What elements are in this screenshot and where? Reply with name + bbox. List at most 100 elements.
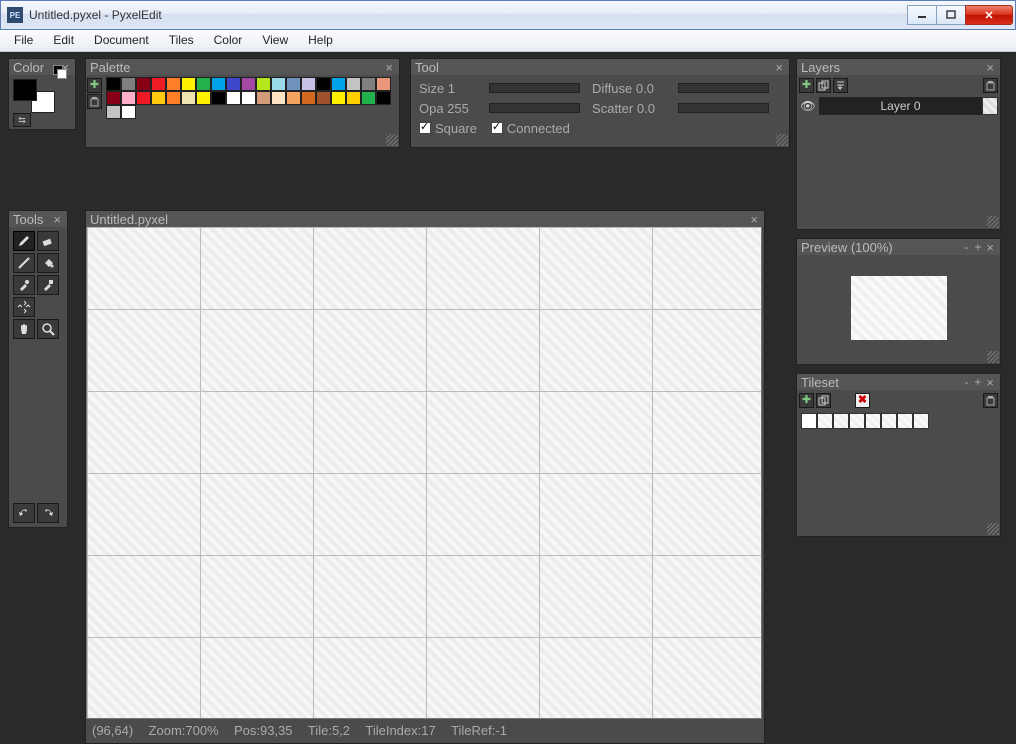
palette-color[interactable] [241, 77, 256, 91]
tile[interactable] [881, 413, 897, 429]
delete-tile-button[interactable] [983, 393, 998, 408]
tile[interactable] [865, 413, 881, 429]
square-checkbox[interactable] [419, 122, 431, 134]
palette-color[interactable] [181, 77, 196, 91]
fill-tool[interactable] [37, 253, 59, 273]
menu-color[interactable]: Color [204, 30, 253, 51]
palette-color[interactable] [316, 91, 331, 105]
zoom-out-button[interactable]: - [961, 375, 971, 390]
palette-color[interactable] [376, 77, 391, 91]
duplicate-tile-button[interactable] [816, 393, 831, 408]
palette-color[interactable] [106, 91, 121, 105]
layer-name[interactable]: Layer 0 [819, 97, 982, 115]
size-slider[interactable] [489, 83, 580, 93]
close-icon[interactable]: × [748, 212, 760, 227]
palette-color[interactable] [331, 91, 346, 105]
resize-grip[interactable] [386, 134, 398, 146]
minimize-button[interactable] [907, 5, 937, 25]
eyedropper-tool[interactable] [13, 275, 35, 295]
zoom-out-button[interactable]: - [961, 240, 971, 255]
resize-grip[interactable] [776, 134, 788, 146]
palette-color[interactable] [121, 77, 136, 91]
swatch-pair[interactable] [13, 79, 55, 113]
close-icon[interactable]: × [984, 60, 996, 75]
diffuse-slider[interactable] [678, 83, 769, 93]
menu-help[interactable]: Help [298, 30, 343, 51]
palette-color[interactable] [196, 91, 211, 105]
palette-color[interactable] [196, 77, 211, 91]
palette-color[interactable] [316, 77, 331, 91]
foreground-color-swatch[interactable] [13, 79, 37, 101]
add-tile-button[interactable]: ✚ [799, 393, 814, 408]
resize-grip[interactable] [987, 523, 999, 535]
resize-grip[interactable] [987, 351, 999, 363]
hand-tool[interactable] [13, 319, 35, 339]
palette-color[interactable] [211, 91, 226, 105]
resize-grip[interactable] [987, 216, 999, 228]
palette-color[interactable] [331, 77, 346, 91]
tile[interactable] [833, 413, 849, 429]
palette-color[interactable] [106, 77, 121, 91]
palette-color[interactable] [271, 91, 286, 105]
palette-color[interactable] [286, 77, 301, 91]
scatter-slider[interactable] [678, 103, 769, 113]
palette-color[interactable] [346, 91, 361, 105]
opacity-slider[interactable] [489, 103, 580, 113]
delete-swatch-button[interactable] [87, 94, 102, 109]
palette-color[interactable] [286, 91, 301, 105]
close-icon[interactable]: × [51, 212, 63, 227]
close-icon[interactable]: × [984, 375, 996, 390]
palette-color[interactable] [361, 91, 376, 105]
palette-color[interactable] [376, 91, 391, 105]
palette-color[interactable] [136, 91, 151, 105]
duplicate-layer-button[interactable] [816, 78, 831, 93]
default-white-swatch[interactable] [57, 69, 67, 79]
menu-tiles[interactable]: Tiles [159, 30, 204, 51]
color-replace-tool[interactable] [37, 275, 59, 295]
palette-color[interactable] [121, 91, 136, 105]
swap-colors-icon[interactable]: ⇆ [13, 113, 31, 127]
select-tool[interactable] [13, 297, 35, 317]
palette-color[interactable] [226, 91, 241, 105]
merge-layer-button[interactable] [833, 78, 848, 93]
zoom-in-button[interactable]: + [971, 375, 984, 390]
add-layer-button[interactable]: ✚ [799, 78, 814, 93]
menu-document[interactable]: Document [84, 30, 159, 51]
palette-color[interactable] [226, 77, 241, 91]
close-icon[interactable]: × [383, 60, 395, 75]
palette-color[interactable] [106, 105, 121, 119]
zoom-in-button[interactable]: + [971, 240, 984, 255]
delete-layer-button[interactable] [983, 78, 998, 93]
palette-color[interactable] [166, 91, 181, 105]
close-icon[interactable]: × [773, 60, 785, 75]
pencil-tool[interactable] [13, 231, 35, 251]
palette-color[interactable] [151, 77, 166, 91]
palette-color[interactable] [361, 77, 376, 91]
redo-button[interactable] [37, 503, 59, 523]
menu-edit[interactable]: Edit [43, 30, 84, 51]
canvas-viewport[interactable] [86, 227, 764, 721]
tile[interactable] [849, 413, 865, 429]
palette-color[interactable] [151, 91, 166, 105]
remove-tile-button[interactable]: ✖ [855, 393, 870, 408]
undo-button[interactable] [13, 503, 35, 523]
close-button[interactable]: ✕ [965, 5, 1013, 25]
connected-checkbox[interactable] [491, 122, 503, 134]
add-swatch-button[interactable]: ✚ [87, 78, 102, 93]
palette-color[interactable] [301, 91, 316, 105]
palette-color[interactable] [166, 77, 181, 91]
palette-color[interactable] [271, 77, 286, 91]
maximize-button[interactable] [936, 5, 966, 25]
visibility-icon[interactable]: 👁 [797, 99, 819, 113]
palette-color[interactable] [136, 77, 151, 91]
palette-color[interactable] [301, 77, 316, 91]
palette-color[interactable] [256, 77, 271, 91]
menu-view[interactable]: View [252, 30, 298, 51]
palette-color[interactable] [181, 91, 196, 105]
line-tool[interactable] [13, 253, 35, 273]
palette-color[interactable] [346, 77, 361, 91]
eraser-tool[interactable] [37, 231, 59, 251]
tile[interactable] [897, 413, 913, 429]
tile[interactable] [817, 413, 833, 429]
palette-color[interactable] [211, 77, 226, 91]
